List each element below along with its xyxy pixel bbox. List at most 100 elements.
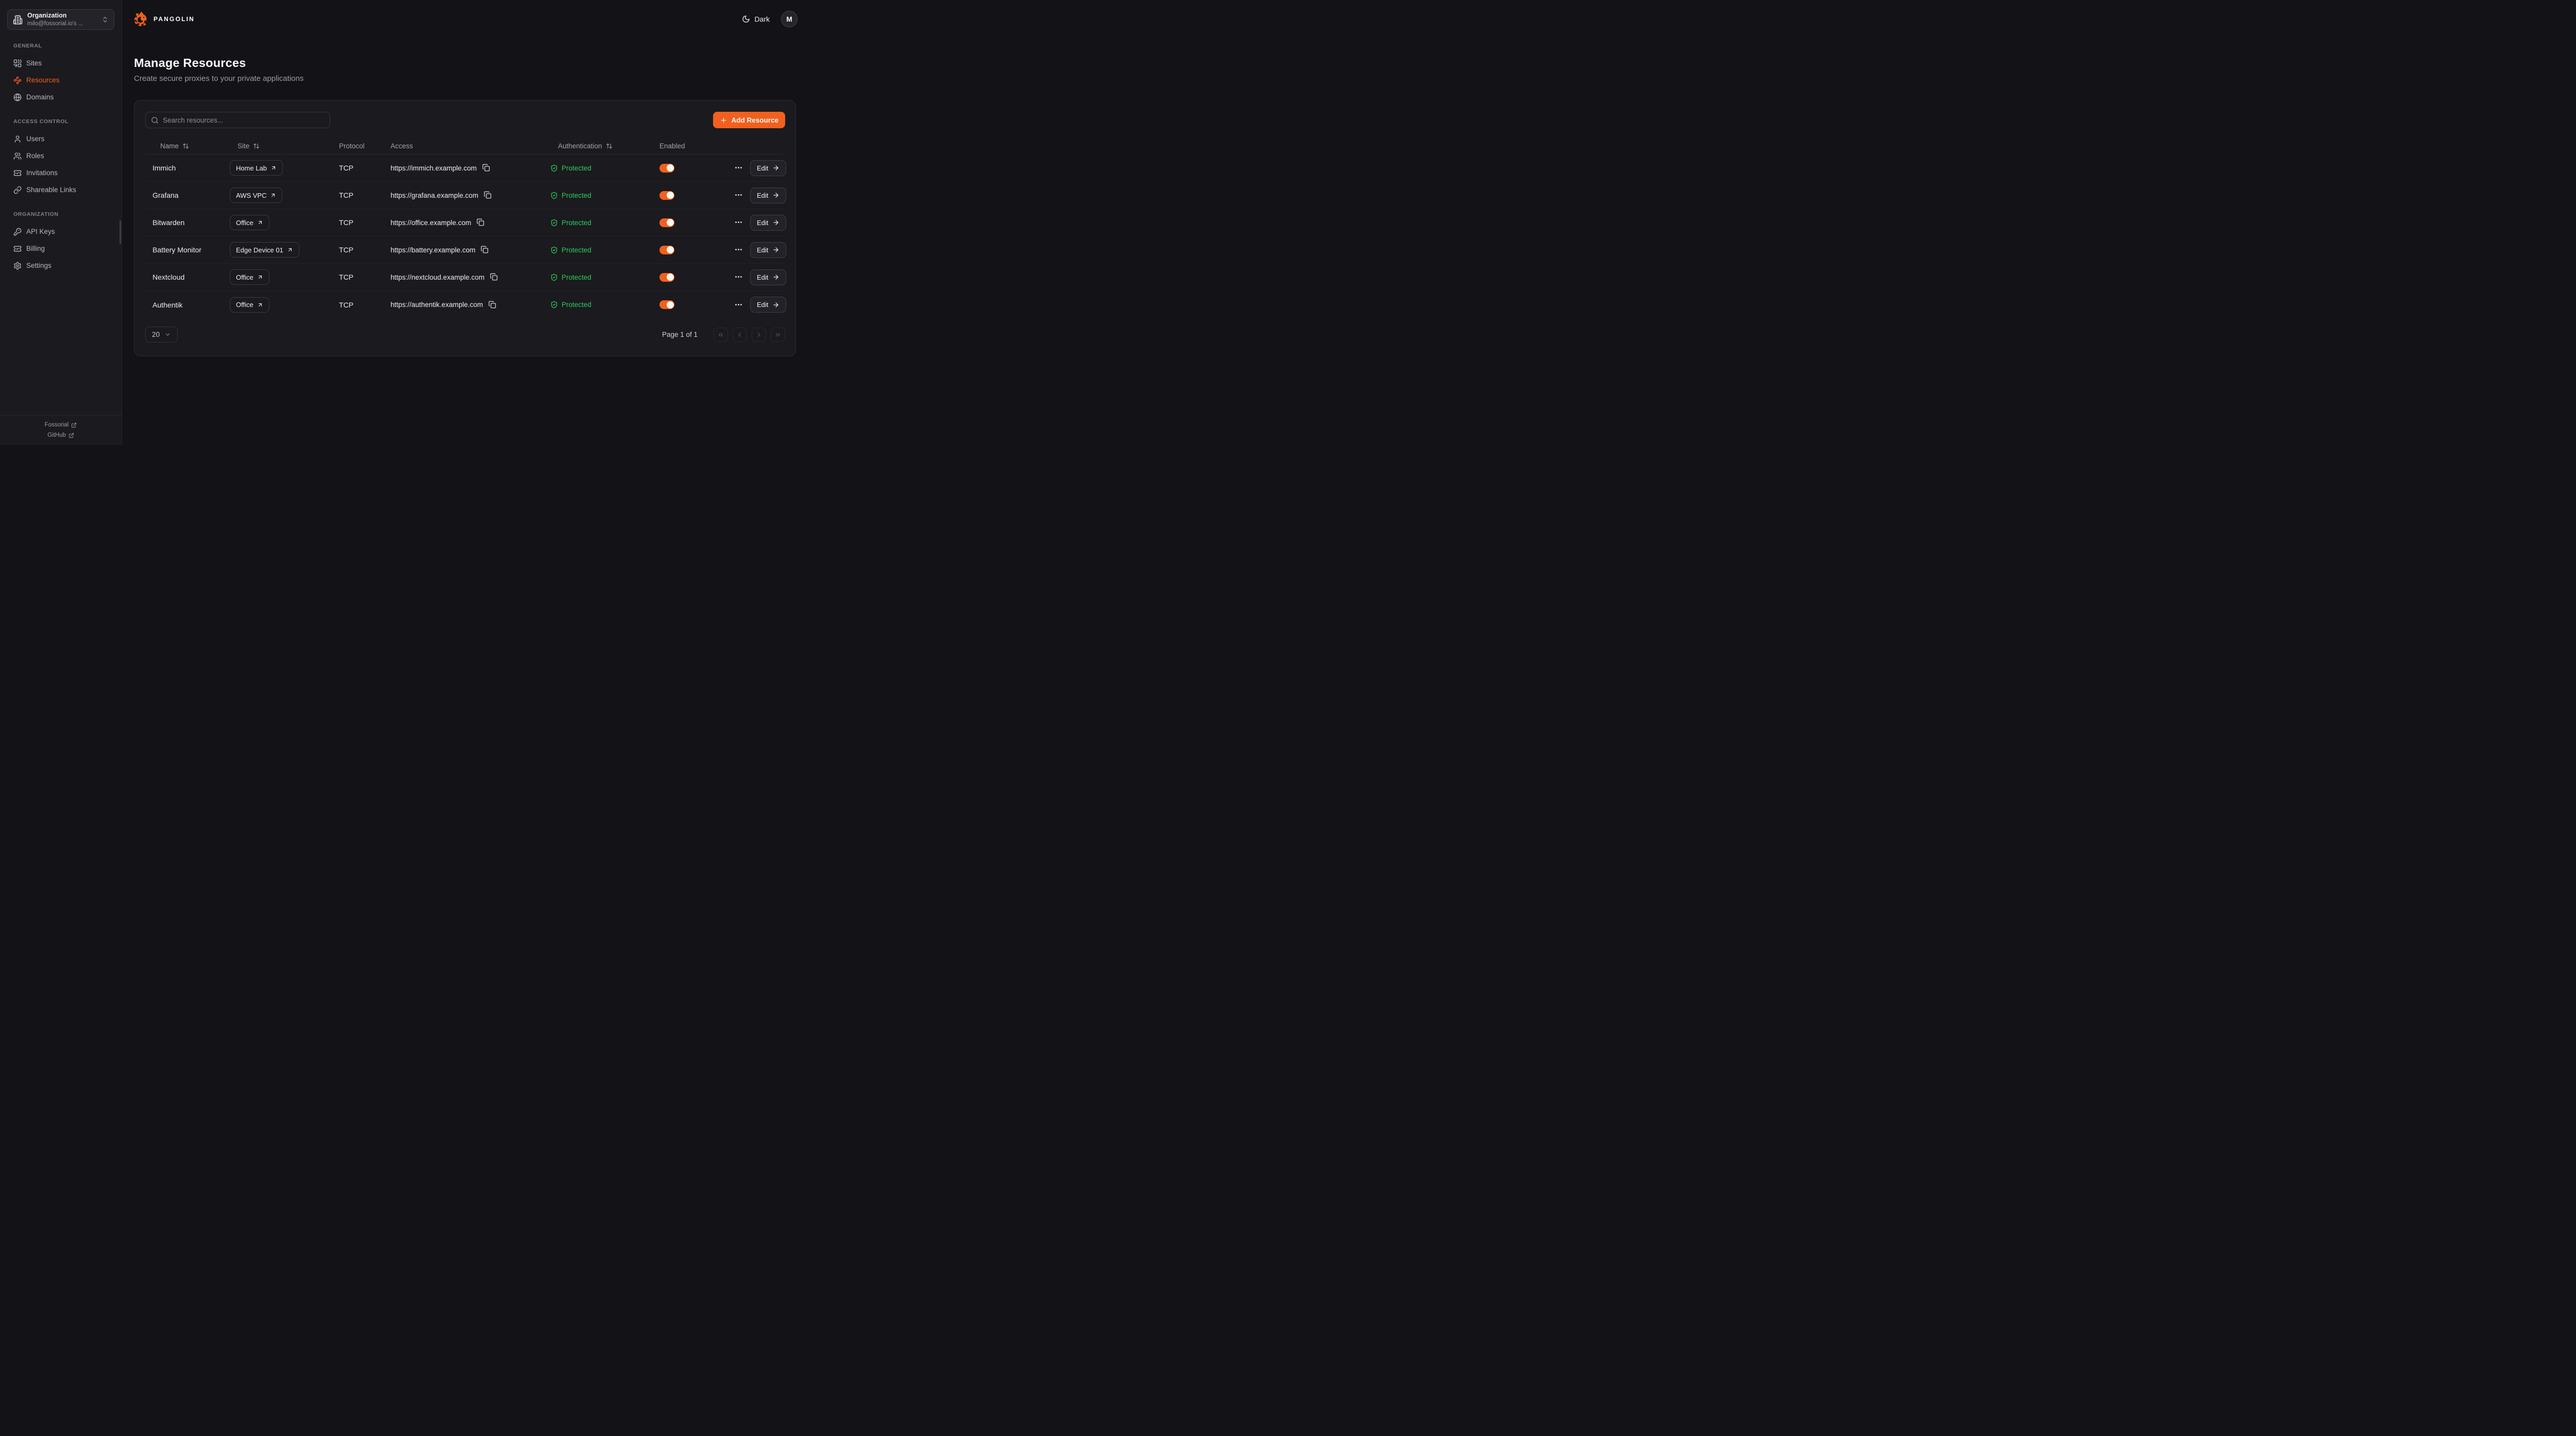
- site-link-button[interactable]: Office: [230, 269, 269, 285]
- theme-toggle-button[interactable]: Dark: [742, 15, 770, 23]
- enabled-toggle[interactable]: [659, 300, 674, 309]
- copy-url-button[interactable]: [488, 301, 496, 309]
- site-link-button[interactable]: Office: [230, 297, 269, 313]
- auth-status-badge: Protected: [543, 192, 652, 199]
- plus-icon: [720, 116, 727, 124]
- site-link-button[interactable]: AWS VPC: [230, 187, 282, 203]
- org-selector[interactable]: Organization milo@fossorial.io's ...: [7, 9, 114, 30]
- copy-url-button[interactable]: [482, 164, 490, 172]
- enabled-toggle[interactable]: [659, 218, 674, 227]
- resource-name: Nextcloud: [145, 273, 223, 281]
- sidebar: Organization milo@fossorial.io's ... GEN…: [0, 0, 122, 445]
- previous-page-button[interactable]: [733, 328, 747, 342]
- column-header-authentication[interactable]: Authentication: [543, 142, 652, 150]
- arrow-up-right-icon: [270, 165, 277, 171]
- sidebar-item-invitations[interactable]: Invitations: [13, 164, 115, 181]
- ellipsis-icon: [734, 163, 743, 172]
- sidebar-item-roles[interactable]: Roles: [13, 147, 115, 164]
- page-size-value: 20: [152, 331, 160, 338]
- sort-icon: [182, 143, 189, 149]
- resource-protocol: TCP: [332, 218, 383, 227]
- copy-url-button[interactable]: [477, 218, 485, 227]
- row-menu-button[interactable]: [734, 300, 743, 310]
- avatar[interactable]: M: [781, 11, 798, 27]
- chevrons-left-icon: [717, 331, 724, 338]
- edit-button[interactable]: Edit: [750, 297, 786, 313]
- footer-link-fossorial[interactable]: Fossorial: [45, 422, 77, 428]
- sidebar-item-label: API Keys: [26, 228, 55, 235]
- page-size-select[interactable]: 20: [145, 327, 178, 343]
- copy-url-button[interactable]: [489, 273, 498, 281]
- sidebar-item-api-keys[interactable]: API Keys: [13, 223, 115, 240]
- shield-check-icon: [550, 273, 558, 281]
- row-menu-button[interactable]: [734, 272, 743, 282]
- copy-url-button[interactable]: [481, 246, 489, 254]
- enabled-toggle[interactable]: [659, 273, 674, 282]
- ellipsis-icon: [734, 218, 743, 227]
- sidebar-scrollbar-thumb[interactable]: [120, 220, 121, 244]
- user-icon: [13, 135, 22, 143]
- footer-link-label: Fossorial: [45, 422, 69, 428]
- sidebar-item-sites[interactable]: Sites: [13, 55, 115, 72]
- last-page-button[interactable]: [771, 328, 785, 342]
- main-content: PANGOLIN Dark M Manage Resources Create …: [122, 0, 808, 445]
- settings-icon: [13, 262, 22, 270]
- row-menu-button[interactable]: [734, 245, 743, 254]
- column-header-protocol: Protocol: [332, 142, 383, 150]
- table-header-row: Name Site Protocol Access Authentication…: [145, 138, 785, 155]
- site-link-button[interactable]: Edge Device 01: [230, 242, 299, 258]
- add-resource-label: Add Resource: [731, 116, 778, 124]
- edit-button[interactable]: Edit: [750, 160, 786, 176]
- column-header-site[interactable]: Site: [223, 142, 332, 150]
- arrow-up-right-icon: [270, 192, 276, 198]
- resources-card: Add Resource Name Site Protocol Access A…: [134, 100, 796, 356]
- sidebar-item-label: Roles: [26, 152, 44, 160]
- site-link-button[interactable]: Home Lab: [230, 160, 283, 176]
- pagination-controls: Page 1 of 1: [662, 328, 785, 342]
- sidebar-item-label: Shareable Links: [26, 186, 76, 194]
- sidebar-item-resources[interactable]: Resources: [13, 72, 115, 89]
- ticket-check-icon: [13, 169, 22, 177]
- chevron-right-icon: [755, 331, 762, 338]
- edit-button[interactable]: Edit: [750, 242, 786, 258]
- copy-icon: [481, 246, 488, 253]
- toggle-knob: [667, 246, 674, 253]
- add-resource-button[interactable]: Add Resource: [713, 112, 785, 128]
- copy-icon: [482, 164, 490, 172]
- sidebar-item-billing[interactable]: Billing: [13, 240, 115, 257]
- enabled-toggle[interactable]: [659, 246, 674, 254]
- sidebar-item-users[interactable]: Users: [13, 130, 115, 147]
- footer-link-github[interactable]: GitHub: [47, 432, 74, 438]
- row-menu-button[interactable]: [734, 218, 743, 227]
- toggle-knob: [667, 164, 674, 172]
- toggle-knob: [667, 301, 674, 309]
- toggle-knob: [667, 192, 674, 199]
- column-header-name[interactable]: Name: [145, 142, 223, 150]
- copy-url-button[interactable]: [483, 191, 492, 199]
- next-page-button[interactable]: [752, 328, 766, 342]
- edit-button[interactable]: Edit: [750, 215, 786, 231]
- search-input[interactable]: [163, 116, 325, 124]
- row-menu-button[interactable]: [734, 163, 743, 173]
- nav-section-access-control: ACCESS CONTROL Users Roles Invitations S…: [13, 118, 115, 198]
- sidebar-item-label: Users: [26, 135, 44, 143]
- site-link-button[interactable]: Office: [230, 215, 269, 230]
- edit-button[interactable]: Edit: [750, 187, 786, 203]
- arrow-right-icon: [772, 164, 779, 172]
- sidebar-item-shareable-links[interactable]: Shareable Links: [13, 181, 115, 198]
- sidebar-item-settings[interactable]: Settings: [13, 257, 115, 274]
- ticket-check-icon: [13, 245, 22, 253]
- first-page-button[interactable]: [714, 328, 728, 342]
- shield-check-icon: [550, 301, 558, 309]
- ellipsis-icon: [734, 245, 743, 254]
- row-menu-button[interactable]: [734, 191, 743, 200]
- moon-icon: [742, 15, 750, 23]
- waypoints-icon: [13, 76, 22, 84]
- enabled-toggle[interactable]: [659, 191, 674, 200]
- enabled-toggle[interactable]: [659, 164, 674, 173]
- resource-name: Bitwarden: [145, 218, 223, 227]
- resource-protocol: TCP: [332, 246, 383, 254]
- sidebar-item-domains[interactable]: Domains: [13, 89, 115, 106]
- arrow-right-icon: [772, 246, 779, 253]
- edit-button[interactable]: Edit: [750, 269, 786, 285]
